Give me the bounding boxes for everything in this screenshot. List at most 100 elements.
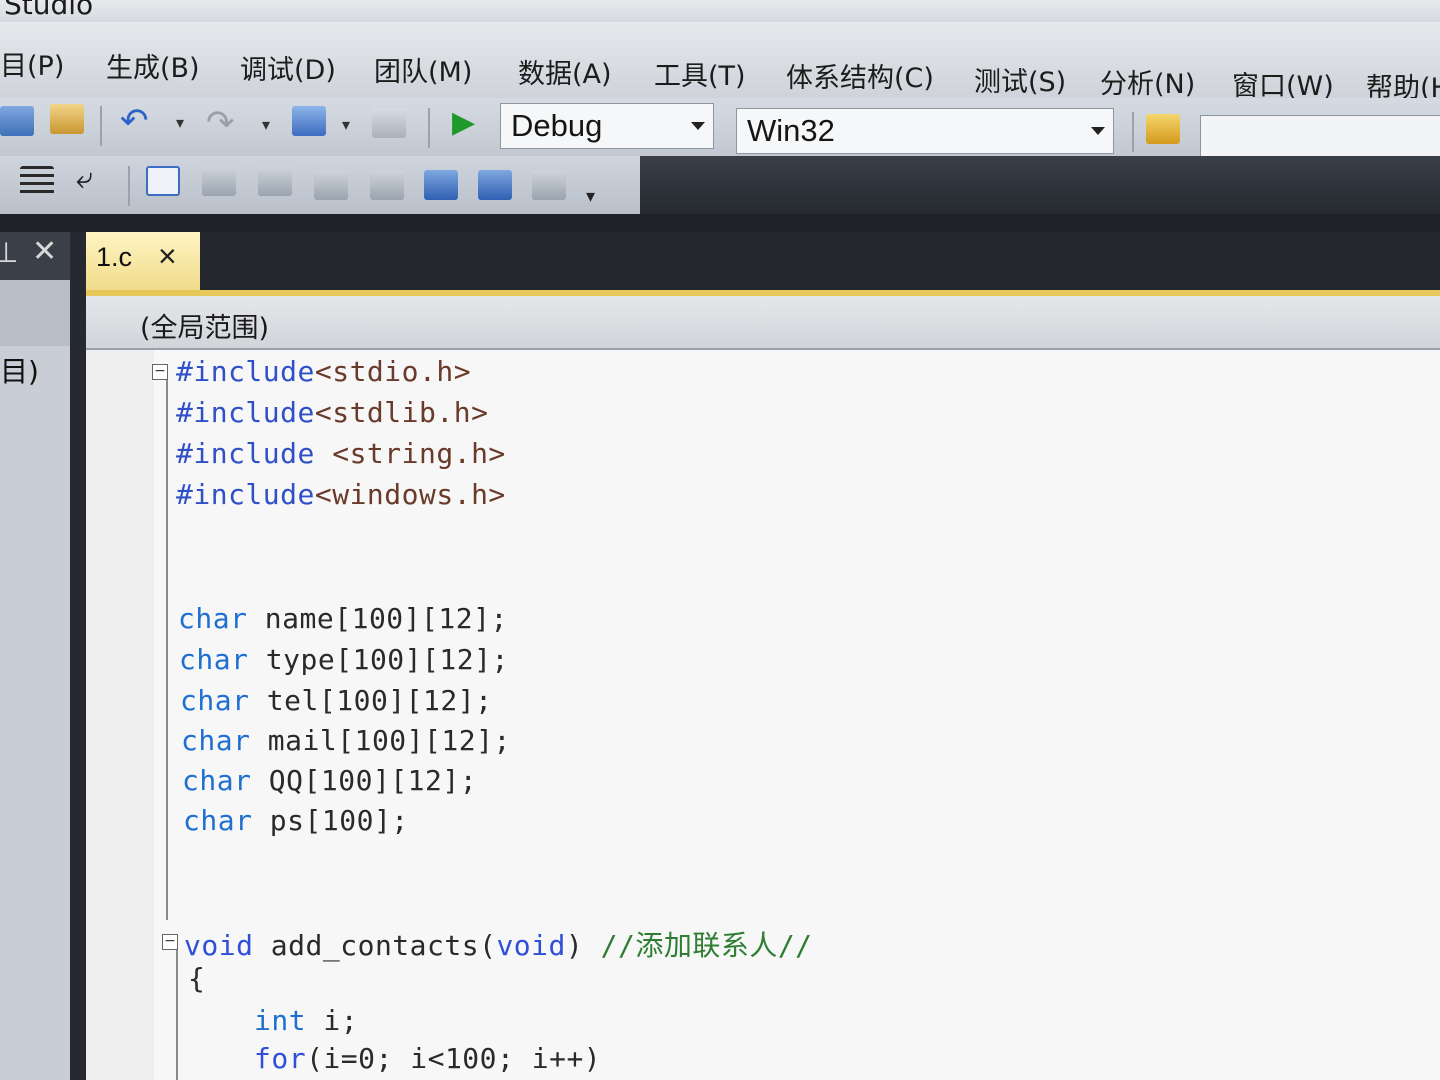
type-keyword: char <box>180 684 250 717</box>
type-keyword: char <box>181 724 251 757</box>
declaration: i; <box>306 1004 359 1037</box>
pin-icon[interactable]: ⊥ <box>0 236 18 269</box>
preprocessor-directive: #include <box>176 478 315 511</box>
menu-tools[interactable]: 工具(T) <box>654 54 746 93</box>
comment-icon[interactable] <box>146 166 180 196</box>
scope-dropdown[interactable]: (全局范围) <box>140 306 269 345</box>
menu-test[interactable]: 测试(S) <box>974 60 1066 98</box>
bookmark-next-folder-icon[interactable] <box>478 170 512 200</box>
header-name: <stdlib.h> <box>314 396 489 429</box>
type-keyword: char <box>179 643 249 676</box>
indent-icon[interactable] <box>20 166 54 196</box>
tab-1-c[interactable]: 1.c × <box>86 232 200 290</box>
panel-header: ⊥ ✕ <box>0 232 70 280</box>
close-icon[interactable]: ✕ <box>32 234 57 269</box>
declaration: QQ[100][12]; <box>251 764 478 797</box>
code-line: #include<stdlib.h> <box>176 396 488 429</box>
copy-icon[interactable] <box>0 106 34 136</box>
header-name: <windows.h> <box>314 478 506 511</box>
menu-project[interactable]: 目(P) <box>0 44 64 83</box>
configuration-select[interactable]: Debug <box>500 103 714 149</box>
code-line: char QQ[100][12]; <box>182 764 477 797</box>
collapse-icon[interactable]: − <box>152 364 168 380</box>
loop-keyword: for <box>254 1042 307 1075</box>
platform-select[interactable]: Win32 <box>736 108 1114 154</box>
platform-value: Win32 <box>747 113 835 148</box>
bookmark-prev-icon[interactable] <box>314 170 348 200</box>
start-debug-icon[interactable]: ▶ <box>452 108 478 138</box>
header-name: <stdio.h> <box>314 355 472 388</box>
brace: { <box>188 962 206 995</box>
panel-toolbar <box>0 280 70 346</box>
title-bar: Studio <box>0 0 1440 22</box>
code-line: char ps[100]; <box>183 804 409 837</box>
window-title: Studio <box>4 0 94 21</box>
open-folder-icon[interactable] <box>1146 114 1180 144</box>
configuration-value: Debug <box>511 108 603 143</box>
menu-analyze[interactable]: 分析(N) <box>1100 62 1195 98</box>
declaration: mail[100][12]; <box>250 724 511 757</box>
preprocessor-directive: #include <box>176 437 315 470</box>
collapse-icon[interactable]: − <box>162 934 178 950</box>
panel-tree-item[interactable]: 目) <box>0 350 39 390</box>
header-name: <string.h> <box>314 437 506 470</box>
menu-bar: 目(P) 生成(B) 调试(D) 团队(M) 数据(A) 工具(T) 体系结构(… <box>0 22 1440 98</box>
menu-team[interactable]: 团队(M) <box>374 50 472 89</box>
menu-debug[interactable]: 调试(D) <box>240 48 336 87</box>
save-all-icon[interactable] <box>372 108 406 138</box>
code-line: #include<stdio.h> <box>176 355 471 388</box>
chevron-down-icon <box>1091 127 1105 135</box>
navigate-icon[interactable] <box>292 106 326 136</box>
chevron-down-icon[interactable]: ▾ <box>262 110 280 140</box>
toolbar-separator <box>128 166 130 206</box>
code-line: void add_contacts(void) //添加联系人// <box>184 924 813 964</box>
chevron-down-icon[interactable]: ▾ <box>176 108 194 138</box>
clear-bookmarks-icon[interactable] <box>532 170 566 200</box>
fold-guide <box>176 950 178 1080</box>
redo-icon[interactable]: ↷ <box>206 106 240 140</box>
bookmark-icon[interactable] <box>258 166 292 196</box>
panel-splitter[interactable] <box>70 232 86 1080</box>
menu-help[interactable]: 帮助(H <box>1366 66 1440 98</box>
preprocessor-directive: #include <box>176 396 315 429</box>
paste-icon[interactable] <box>50 104 84 134</box>
type-keyword: char <box>178 602 248 635</box>
toolbar-options-icon[interactable]: ▾ <box>586 182 604 212</box>
code-line: #include <string.h> <box>176 437 506 470</box>
code-line: char mail[100][12]; <box>181 724 511 757</box>
bookmark-next-icon[interactable] <box>370 170 404 200</box>
paren-close: ) <box>565 929 601 962</box>
text-editor-toolbar: ⤶ ▾ <box>0 156 640 214</box>
toolbar-separator <box>428 108 430 148</box>
scope-navigation-bar: (全局范围) <box>86 296 1440 350</box>
preprocessor-directive: #include <box>176 355 315 388</box>
toolbar-empty-area <box>640 156 1440 220</box>
document-tab-strip <box>86 232 1440 290</box>
code-line: { <box>188 962 205 995</box>
menu-build[interactable]: 生成(B) <box>106 46 200 85</box>
declaration: name[100][12]; <box>247 602 508 635</box>
chevron-down-icon[interactable]: ▾ <box>342 110 360 140</box>
function-name: add_contacts( <box>253 929 497 962</box>
tab-label: 1.c <box>96 242 133 272</box>
bookmark-prev-folder-icon[interactable] <box>424 170 458 200</box>
type-keyword: char <box>183 804 253 837</box>
undo-icon[interactable]: ↶ <box>120 104 154 138</box>
type-keyword: int <box>254 1004 307 1037</box>
menu-window[interactable]: 窗口(W) <box>1232 64 1334 98</box>
type-keyword: void <box>184 929 254 962</box>
code-line: char name[100][12]; <box>178 602 508 635</box>
toolbar-separator <box>1132 112 1134 152</box>
code-line: for(i=0; i<100; i++) <box>254 1042 601 1075</box>
menu-architecture[interactable]: 体系结构(C) <box>786 56 934 95</box>
menu-data[interactable]: 数据(A) <box>518 52 612 91</box>
type-keyword: char <box>182 764 252 797</box>
chevron-down-icon <box>691 122 705 130</box>
code-line: char tel[100][12]; <box>180 684 492 717</box>
wrap-icon[interactable]: ⤶ <box>76 164 110 194</box>
declaration: tel[100][12]; <box>249 684 493 717</box>
param-keyword: void <box>496 929 566 962</box>
declaration: ps[100]; <box>252 804 409 837</box>
uncomment-icon[interactable] <box>202 166 236 196</box>
close-icon[interactable]: × <box>158 238 177 275</box>
